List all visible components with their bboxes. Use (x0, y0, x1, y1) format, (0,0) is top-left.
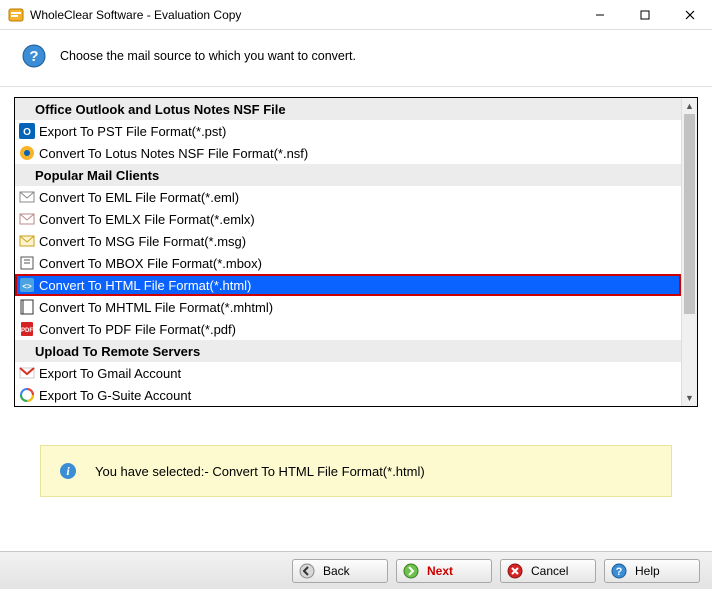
item-label: Convert To Lotus Notes NSF File Format(*… (39, 146, 308, 161)
info-text: You have selected:- Convert To HTML File… (95, 464, 425, 479)
scroll-up-icon[interactable]: ▲ (682, 98, 697, 114)
gmail-icon (19, 365, 35, 381)
minimize-button[interactable] (577, 0, 622, 30)
back-button[interactable]: Back (292, 559, 388, 583)
item-eml[interactable]: Convert To EML File Format(*.eml) (15, 186, 681, 208)
item-nsf[interactable]: Convert To Lotus Notes NSF File Format(*… (15, 142, 681, 164)
lotus-icon (19, 145, 35, 161)
scroll-down-icon[interactable]: ▼ (682, 390, 697, 406)
group-remote: Upload To Remote Servers (15, 340, 681, 362)
cancel-icon (507, 563, 523, 579)
question-icon: ? (22, 44, 46, 68)
item-pdf[interactable]: PDF Convert To PDF File Format(*.pdf) (15, 318, 681, 340)
info-bar: i You have selected:- Convert To HTML Fi… (40, 445, 672, 497)
item-label: Convert To MSG File Format(*.msg) (39, 234, 246, 249)
item-pst[interactable]: O Export To PST File Format(*.pst) (15, 120, 681, 142)
svg-text:PDF: PDF (21, 328, 33, 334)
item-gsuite[interactable]: Export To G-Suite Account (15, 384, 681, 406)
item-label: Convert To MBOX File Format(*.mbox) (39, 256, 262, 271)
close-button[interactable] (667, 0, 712, 30)
gsuite-icon (19, 387, 35, 403)
header-text: Choose the mail source to which you want… (60, 49, 356, 63)
item-label: Convert To HTML File Format(*.html) (39, 278, 251, 293)
svg-text:O: O (23, 127, 31, 138)
button-label: Help (635, 564, 660, 578)
item-label: Export To PST File Format(*.pst) (39, 124, 226, 139)
msg-icon (19, 233, 35, 249)
group-office: Office Outlook and Lotus Notes NSF File (15, 98, 681, 120)
item-emlx[interactable]: Convert To EMLX File Format(*.emlx) (15, 208, 681, 230)
item-label: Convert To MHTML File Format(*.mhtml) (39, 300, 273, 315)
item-msg[interactable]: Convert To MSG File Format(*.msg) (15, 230, 681, 252)
help-button[interactable]: ? Help (604, 559, 700, 583)
back-icon (299, 563, 315, 579)
cancel-button[interactable]: Cancel (500, 559, 596, 583)
window-title: WholeClear Software - Evaluation Copy (30, 8, 577, 22)
button-label: Back (323, 564, 350, 578)
help-icon: ? (611, 563, 627, 579)
mbox-icon (19, 255, 35, 271)
info-icon: i (59, 462, 77, 480)
next-button[interactable]: Next (396, 559, 492, 583)
item-label: Convert To PDF File Format(*.pdf) (39, 322, 236, 337)
item-html[interactable]: <> Convert To HTML File Format(*.html) (15, 274, 681, 296)
group-popular: Popular Mail Clients (15, 164, 681, 186)
outlook-icon: O (19, 123, 35, 139)
button-label: Next (427, 564, 453, 578)
mail-icon (19, 211, 35, 227)
item-mhtml[interactable]: Convert To MHTML File Format(*.mhtml) (15, 296, 681, 318)
app-icon (8, 7, 24, 23)
footer: Back Next Cancel ? Help (0, 551, 712, 589)
maximize-button[interactable] (622, 0, 667, 30)
mhtml-icon (19, 299, 35, 315)
html-icon: <> (19, 277, 35, 293)
next-icon (403, 563, 419, 579)
titlebar: WholeClear Software - Evaluation Copy (0, 0, 712, 30)
item-label: Export To G-Suite Account (39, 388, 191, 403)
pdf-icon: PDF (19, 321, 35, 337)
svg-text:?: ? (29, 48, 38, 65)
format-list: Office Outlook and Lotus Notes NSF File … (14, 97, 698, 407)
item-label: Convert To EML File Format(*.eml) (39, 190, 239, 205)
svg-text:<>: <> (22, 282, 32, 291)
scroll-thumb[interactable] (684, 114, 695, 314)
item-label: Export To Gmail Account (39, 366, 181, 381)
button-label: Cancel (531, 564, 568, 578)
header: ? Choose the mail source to which you wa… (0, 30, 712, 86)
separator (0, 86, 712, 87)
item-gmail[interactable]: Export To Gmail Account (15, 362, 681, 384)
mail-icon (19, 189, 35, 205)
item-mbox[interactable]: Convert To MBOX File Format(*.mbox) (15, 252, 681, 274)
scrollbar[interactable]: ▲ ▼ (681, 98, 697, 406)
item-label: Convert To EMLX File Format(*.emlx) (39, 212, 255, 227)
svg-text:?: ? (616, 566, 623, 578)
